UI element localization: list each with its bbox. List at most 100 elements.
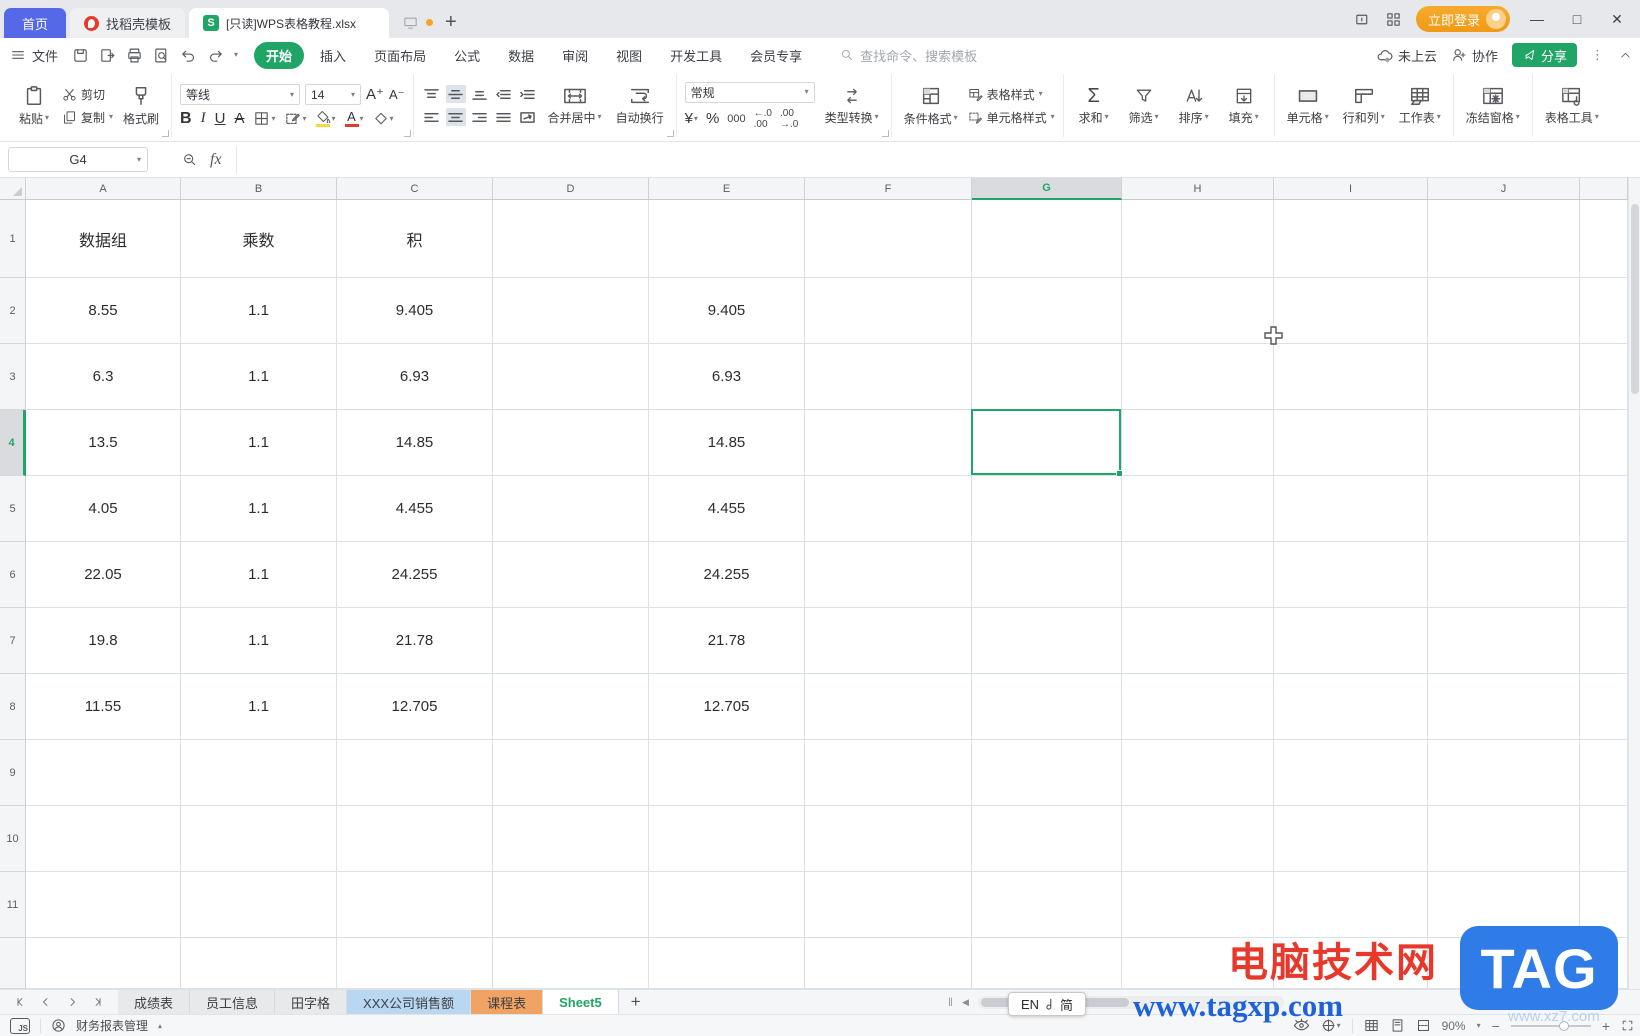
column-header-I[interactable]: I [1274, 178, 1428, 200]
cell-A2[interactable]: 8.55 [26, 278, 181, 344]
cell-F12[interactable] [805, 938, 972, 989]
zoom-in-icon[interactable]: + [1602, 1018, 1610, 1034]
cell-F2[interactable] [805, 278, 972, 344]
cell-G2[interactable] [972, 278, 1122, 344]
font-color-button[interactable]: A ▾ [344, 110, 364, 127]
cell-E9[interactable] [649, 740, 805, 806]
cell-E8[interactable]: 12.705 [649, 674, 805, 740]
table-style-button[interactable]: 表格样式 ▾ [968, 86, 1043, 103]
cell-I5[interactable] [1274, 476, 1428, 542]
cell-D2[interactable] [493, 278, 649, 344]
cell-F6[interactable] [805, 542, 972, 608]
align-top-button[interactable] [422, 85, 442, 103]
cell-K3[interactable] [1580, 344, 1628, 410]
cell-J1[interactable] [1428, 200, 1580, 278]
cell-C4[interactable]: 14.85 [337, 410, 493, 476]
row-header-8[interactable]: 8 [0, 674, 26, 740]
column-header-H[interactable]: H [1122, 178, 1274, 200]
sum-button[interactable]: Σ 求和 ▾ [1072, 84, 1116, 128]
cell-E7[interactable]: 21.78 [649, 608, 805, 674]
cell-K10[interactable] [1580, 806, 1628, 872]
cell-I11[interactable] [1274, 872, 1428, 938]
apps-grid-icon[interactable] [1385, 11, 1402, 28]
cell-C12[interactable] [337, 938, 493, 989]
cell-K5[interactable] [1580, 476, 1628, 542]
tab-member[interactable]: 会员专享 [738, 42, 814, 69]
increase-decimal-button[interactable]: ←.0.00 [754, 108, 772, 130]
fill-color-button[interactable]: ▾ [316, 110, 336, 127]
cell-J4[interactable] [1428, 410, 1580, 476]
insert-function-icon[interactable]: fx [210, 151, 222, 169]
cell-H2[interactable] [1122, 278, 1274, 344]
cell-B10[interactable] [181, 806, 337, 872]
bold-button[interactable]: B [180, 110, 192, 127]
number-dialog-launcher[interactable] [881, 130, 889, 137]
row-header-1[interactable]: 1 [0, 200, 26, 278]
sheet-tab-成绩表[interactable]: 成绩表 [118, 989, 191, 1015]
formula-input[interactable] [235, 145, 1640, 174]
cell-B12[interactable] [181, 938, 337, 989]
cell-A7[interactable]: 19.8 [26, 608, 181, 674]
command-search[interactable]: 查找命令、搜索模板 [840, 46, 977, 65]
login-button[interactable]: 立即登录 [1415, 6, 1510, 32]
thousand-separator-button[interactable]: 000 [727, 113, 745, 125]
cell-C9[interactable] [337, 740, 493, 806]
increase-font-icon[interactable]: A⁺ [366, 87, 384, 102]
format-painter-button[interactable]: 格式刷 [119, 83, 163, 129]
cell-E10[interactable] [649, 806, 805, 872]
alignment-dialog-launcher[interactable] [666, 130, 674, 137]
row-header-11[interactable]: 11 [0, 872, 26, 938]
cell-K2[interactable] [1580, 278, 1628, 344]
collaborate-button[interactable]: 协作 [1451, 46, 1498, 65]
cell-A12[interactable] [26, 938, 181, 989]
cell-G6[interactable] [972, 542, 1122, 608]
paste-button[interactable]: 粘贴 ▾ [12, 83, 56, 129]
zoom-level[interactable]: 90% [1442, 1019, 1466, 1033]
cell-G5[interactable] [972, 476, 1122, 542]
macro-manager-label[interactable]: 财务报表管理 [76, 1017, 148, 1034]
cell-J5[interactable] [1428, 476, 1580, 542]
tab-page-layout[interactable]: 页面布局 [362, 42, 438, 69]
conditional-format-button[interactable]: 条件格式 ▾ [900, 83, 962, 129]
decrease-indent-button[interactable] [494, 85, 514, 103]
cell-style-button[interactable]: 单元格样式 ▾ [968, 109, 1055, 126]
cell-D3[interactable] [493, 344, 649, 410]
cell-D8[interactable] [493, 674, 649, 740]
row-header-4[interactable]: 4 [0, 410, 26, 476]
add-sheet-button[interactable]: + [619, 992, 653, 1012]
table-tools-button[interactable]: 表格工具 ▾ [1541, 84, 1603, 128]
rows-cols-button[interactable]: 行和列 ▾ [1339, 84, 1389, 128]
cell-B9[interactable] [181, 740, 337, 806]
cell-F8[interactable] [805, 674, 972, 740]
cell-C2[interactable]: 9.405 [337, 278, 493, 344]
cell-G10[interactable] [972, 806, 1122, 872]
cell-G12[interactable] [972, 938, 1122, 989]
cells-button[interactable]: 单元格 ▾ [1283, 84, 1333, 128]
cell-A5[interactable]: 4.05 [26, 476, 181, 542]
align-bottom-button[interactable] [470, 85, 490, 103]
cell-C1[interactable]: 积 [337, 200, 493, 278]
cell-E5[interactable]: 4.455 [649, 476, 805, 542]
justify-button[interactable] [494, 108, 514, 126]
export-icon[interactable] [99, 47, 116, 64]
tab-document[interactable]: S [只读]WPS表格教程.xlsx [189, 8, 390, 38]
cloud-status[interactable]: 未上云 [1376, 46, 1437, 65]
cell-G8[interactable] [972, 674, 1122, 740]
currency-button[interactable]: ¥ ▾ [685, 111, 698, 126]
cell-H11[interactable] [1122, 872, 1274, 938]
sheet-tab-Sheet5[interactable]: Sheet5 [543, 989, 619, 1015]
cell-F7[interactable] [805, 608, 972, 674]
cell-E6[interactable]: 24.255 [649, 542, 805, 608]
normal-view-icon[interactable] [1364, 1018, 1379, 1033]
sheet-tab-XXX公司销售额[interactable]: XXX公司销售额 [347, 989, 472, 1015]
cell-F11[interactable] [805, 872, 972, 938]
cell-G3[interactable] [972, 344, 1122, 410]
draw-border-button[interactable]: ▾ [284, 110, 307, 127]
save-icon[interactable] [72, 47, 89, 64]
page-layout-view-icon[interactable] [1390, 1018, 1405, 1033]
cell-E2[interactable]: 9.405 [649, 278, 805, 344]
select-all-corner[interactable] [0, 178, 26, 200]
cell-B6[interactable]: 1.1 [181, 542, 337, 608]
cell-B3[interactable]: 1.1 [181, 344, 337, 410]
name-box-caret-icon[interactable]: ▾ [137, 155, 141, 164]
